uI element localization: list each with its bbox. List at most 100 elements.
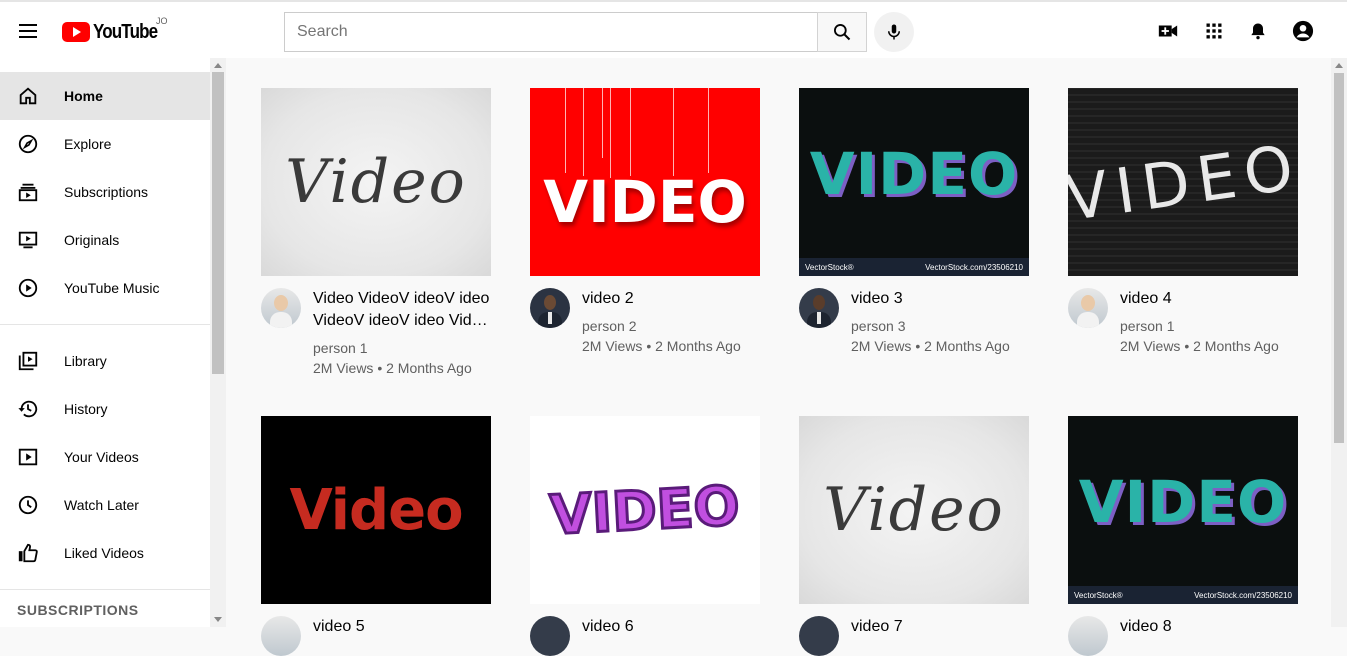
thumbnail-text: VIDEO (809, 140, 1019, 208)
notifications-button[interactable] (1246, 19, 1270, 43)
video-card[interactable]: VIDEO video 4 person 1 2M Views • 2 Mont… (1068, 88, 1298, 356)
video-thumbnail[interactable]: VIDEO (1068, 88, 1298, 276)
avatar[interactable] (1068, 288, 1108, 328)
country-code: JO (156, 16, 168, 26)
youtube-play-icon (62, 22, 90, 42)
sidebar-item-label: History (64, 401, 108, 417)
sidebar-item-your-videos[interactable]: Your Videos (0, 433, 226, 481)
stock-watermark: VectorStock® VectorStock.com/23506210 (799, 258, 1029, 276)
main-scrollbar-thumb[interactable] (1334, 73, 1344, 443)
video-thumbnail[interactable]: VIDEO (530, 88, 760, 276)
video-card[interactable]: VIDEO VectorStock® VectorStock.com/23506… (799, 88, 1029, 356)
stock-brand: VectorStock® (1074, 590, 1123, 600)
video-title[interactable]: video 6 (582, 616, 760, 638)
channel-name[interactable]: person 1 (313, 338, 491, 358)
video-stats: 2M Views • 2 Months Ago (1120, 338, 1279, 354)
thumbs-up-icon (16, 541, 40, 565)
avatar[interactable] (1068, 616, 1108, 656)
hamburger-menu-icon[interactable] (16, 19, 40, 43)
avatar[interactable] (261, 616, 301, 656)
main-scrollbar[interactable] (1331, 58, 1347, 627)
search-bar (284, 12, 867, 52)
video-thumbnail[interactable]: VIDEO VectorStock® VectorStock.com/23506… (1068, 416, 1298, 604)
sidebar-item-watch-later[interactable]: Watch Later (0, 481, 226, 529)
sidebar-item-liked-videos[interactable]: Liked Videos (0, 529, 226, 577)
video-stats: 2M Views • 2 Months Ago (582, 338, 741, 354)
create-video-button[interactable] (1156, 19, 1180, 43)
sidebar-scrollbar[interactable] (210, 58, 226, 627)
video-title[interactable]: video 3 (851, 288, 1029, 310)
thumbnail-text: VIDEO (1068, 129, 1298, 235)
video-title[interactable]: video 8 (1120, 616, 1298, 638)
sidebar-item-label: Subscriptions (64, 184, 149, 200)
sidebar-item-home[interactable]: Home (0, 72, 226, 120)
sidebar-scrollbar-thumb[interactable] (212, 72, 224, 374)
video-stats: 2M Views • 2 Months Ago (851, 338, 1010, 354)
sidebar-item-subscriptions[interactable]: Subscriptions (0, 168, 226, 216)
scroll-down-arrow-icon[interactable] (214, 617, 222, 622)
compass-icon (16, 132, 40, 156)
channel-name[interactable]: person 3 (851, 316, 1029, 336)
avatar[interactable] (530, 616, 570, 656)
home-icon (16, 84, 40, 108)
avatar[interactable] (530, 288, 570, 328)
account-button[interactable] (1291, 19, 1315, 43)
video-thumbnail[interactable]: Video (261, 88, 491, 276)
video-title[interactable]: video 7 (851, 616, 1029, 638)
voice-search-button[interactable] (874, 12, 914, 52)
video-title[interactable]: Video VideoV ideoV ideo VideoV ideoV ide… (313, 288, 491, 332)
microphone-icon (888, 24, 900, 40)
thumbnail-text: VIDEO (543, 168, 747, 236)
scroll-up-arrow-icon[interactable] (214, 63, 222, 68)
your-videos-icon (16, 445, 40, 469)
video-thumbnail[interactable]: Video (799, 416, 1029, 604)
subscriptions-icon (16, 180, 40, 204)
video-card[interactable]: VIDEO video 2 person 2 2M Views • 2 Mont… (530, 88, 760, 356)
sidebar-item-label: YouTube Music (64, 280, 160, 296)
sidebar-item-library[interactable]: Library (0, 337, 226, 385)
sidebar-item-label: Explore (64, 136, 112, 152)
sidebar-item-youtube-music[interactable]: YouTube Music (0, 264, 226, 312)
search-button[interactable] (817, 12, 867, 52)
stock-watermark: VectorStock® VectorStock.com/23506210 (1068, 586, 1298, 604)
channel-name[interactable]: person 2 (582, 316, 760, 336)
sidebar-item-label: Library (64, 353, 107, 369)
sidebar-item-originals[interactable]: Originals (0, 216, 226, 264)
sidebar-divider (0, 324, 210, 325)
stock-id: VectorStock.com/23506210 (925, 262, 1023, 272)
sidebar-item-label: Your Videos (64, 449, 139, 465)
avatar[interactable] (799, 288, 839, 328)
video-card[interactable]: VIDEO video 6 (530, 416, 760, 656)
video-title[interactable]: video 2 (582, 288, 760, 310)
video-thumbnail[interactable]: Video (261, 416, 491, 604)
video-title[interactable]: video 4 (1120, 288, 1298, 310)
scroll-up-arrow-icon[interactable] (1335, 63, 1343, 68)
thumbnail-text: VIDEO (1078, 468, 1288, 536)
video-thumbnail[interactable]: VIDEO (530, 416, 760, 604)
sidebar-divider (0, 589, 210, 590)
history-icon (16, 397, 40, 421)
video-card[interactable]: Video Video VideoV ideoV ideo VideoV ide… (261, 88, 491, 378)
sidebar-item-label: Originals (64, 232, 120, 248)
search-input[interactable] (284, 12, 817, 52)
stock-brand: VectorStock® (805, 262, 854, 272)
thumbnail-text: Video (823, 475, 1005, 545)
library-icon (16, 349, 40, 373)
avatar[interactable] (261, 288, 301, 328)
video-card[interactable]: VIDEO VectorStock® VectorStock.com/23506… (1068, 416, 1298, 656)
sidebar-item-history[interactable]: History (0, 385, 226, 433)
apps-grid-icon (1206, 23, 1222, 39)
thumbnail-text: Video (289, 477, 463, 543)
sidebar: Home Explore Subscriptions Originals You… (0, 58, 226, 627)
video-card[interactable]: Video video 5 (261, 416, 491, 656)
apps-button[interactable] (1202, 19, 1226, 43)
youtube-logo[interactable]: YouTube (62, 20, 169, 44)
video-title[interactable]: video 5 (313, 616, 491, 638)
avatar[interactable] (799, 616, 839, 656)
video-card[interactable]: Video video 7 (799, 416, 1029, 656)
sidebar-item-label: Liked Videos (64, 545, 144, 561)
channel-name[interactable]: person 1 (1120, 316, 1298, 336)
account-circle-icon (1292, 20, 1314, 42)
sidebar-item-explore[interactable]: Explore (0, 120, 226, 168)
video-thumbnail[interactable]: VIDEO VectorStock® VectorStock.com/23506… (799, 88, 1029, 276)
